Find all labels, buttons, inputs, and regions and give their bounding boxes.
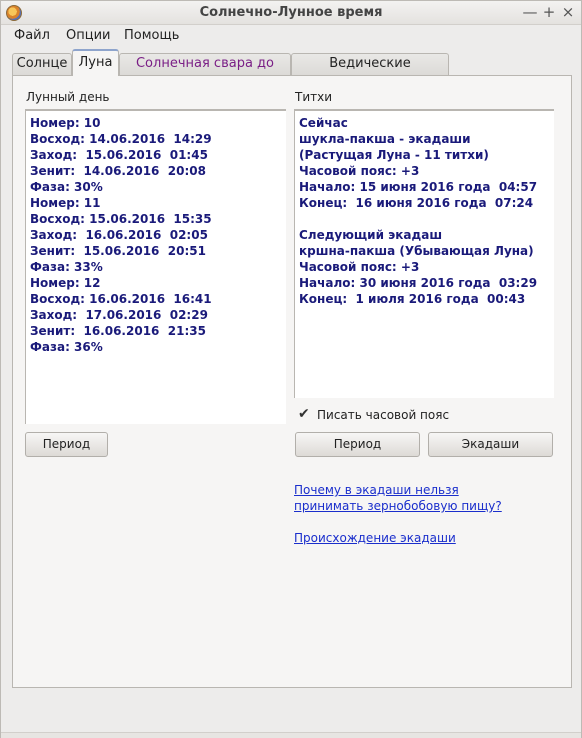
grains-link-line1[interactable]: Почему в экадаши нельзя — [294, 483, 459, 497]
menu-bar: Файл Опции Помощь — [1, 25, 581, 47]
lunar-line: Восход: 14.06.2016 14:29 — [30, 132, 212, 146]
lunar-line: Восход: 15.06.2016 15:35 — [30, 212, 212, 226]
tithi-line: Часовой пояс: +3 — [299, 260, 420, 274]
menu-file[interactable]: Файл — [14, 28, 50, 43]
title-bar[interactable]: Солнечно-Лунное время — + × — [1, 1, 581, 25]
tithi-label: Титхи — [295, 90, 333, 104]
write-timezone-label: Писать часовой пояс — [317, 408, 450, 422]
lunar-line: Номер: 12 — [30, 276, 101, 290]
tab-sun[interactable]: Солнце — [12, 53, 72, 75]
grains-link-line2[interactable]: принимать зернобобовую пищу? — [294, 499, 502, 513]
tithi-line: Следующий экадаш — [299, 228, 443, 242]
tithi-line: Начало: 15 июня 2016 года 04:57 — [299, 180, 538, 194]
lunar-line: Зенит: 15.06.2016 20:51 — [30, 244, 206, 258]
tithi-line: Часовой пояс: +3 — [299, 164, 420, 178]
tithi-line: Сейчас — [299, 116, 348, 130]
lunar-line: Номер: 10 — [30, 116, 101, 130]
bottom-edge — [1, 732, 581, 738]
close-button[interactable]: × — [559, 3, 577, 21]
tithi-line: Начало: 30 июня 2016 года 03:29 — [299, 276, 538, 290]
lunar-period-button[interactable]: Период — [25, 432, 108, 457]
tithi-line: шукла-пакша - экадаши — [299, 132, 471, 146]
lunar-line: Восход: 16.06.2016 16:41 — [30, 292, 212, 306]
tithi-text[interactable]: Сейчас шукла-пакша - экадаши (Растущая Л… — [294, 110, 554, 398]
lunar-line: Заход: 17.06.2016 02:29 — [30, 308, 208, 322]
lunar-line: Зенит: 14.06.2016 20:08 — [30, 164, 206, 178]
minimize-button[interactable]: — — [521, 3, 539, 21]
lunar-day-label: Лунный день — [26, 90, 110, 104]
lunar-line: Зенит: 16.06.2016 21:35 — [30, 324, 206, 338]
lunar-line: Номер: 11 — [30, 196, 101, 210]
tithi-line: Конец: 1 июля 2016 года 00:43 — [299, 292, 526, 306]
tab-vedic-holidays[interactable]: Ведические праздники — [291, 53, 449, 91]
lunar-line: Фаза: 36% — [30, 340, 103, 354]
tithi-line: (Растущая Луна - 11 титхи) — [299, 148, 489, 162]
checkmark-icon[interactable]: ✔ — [298, 407, 312, 421]
ekadashi-button[interactable]: Экадаши — [428, 432, 553, 457]
app-window: Солнечно-Лунное время — + × Файл Опции П… — [0, 0, 582, 738]
menu-help[interactable]: Помощь — [124, 28, 179, 43]
origin-link[interactable]: Происхождение экадаши — [294, 531, 456, 545]
lunar-line: Заход: 15.06.2016 01:45 — [30, 148, 208, 162]
lunar-line: Заход: 16.06.2016 02:05 — [30, 228, 208, 242]
menu-options[interactable]: Опции — [66, 28, 110, 43]
tithi-line: Конец: 16 июня 2016 года 07:24 — [299, 196, 534, 210]
tab-moon[interactable]: Луна — [72, 49, 119, 76]
tithi-line: кршна-пакша (Убывающая Луна) — [299, 244, 534, 258]
window-title: Солнечно-Лунное время — [199, 5, 383, 20]
maximize-button[interactable]: + — [540, 3, 558, 21]
tithi-period-button[interactable]: Период — [295, 432, 420, 457]
tab-solar-svara[interactable]: Солнечная свара до 14:07 — [119, 53, 291, 91]
lunar-line: Фаза: 30% — [30, 180, 103, 194]
lunar-line: Фаза: 33% — [30, 260, 103, 274]
lunar-day-text[interactable]: Номер: 10 Восход: 14.06.2016 14:29 Заход… — [25, 110, 286, 424]
